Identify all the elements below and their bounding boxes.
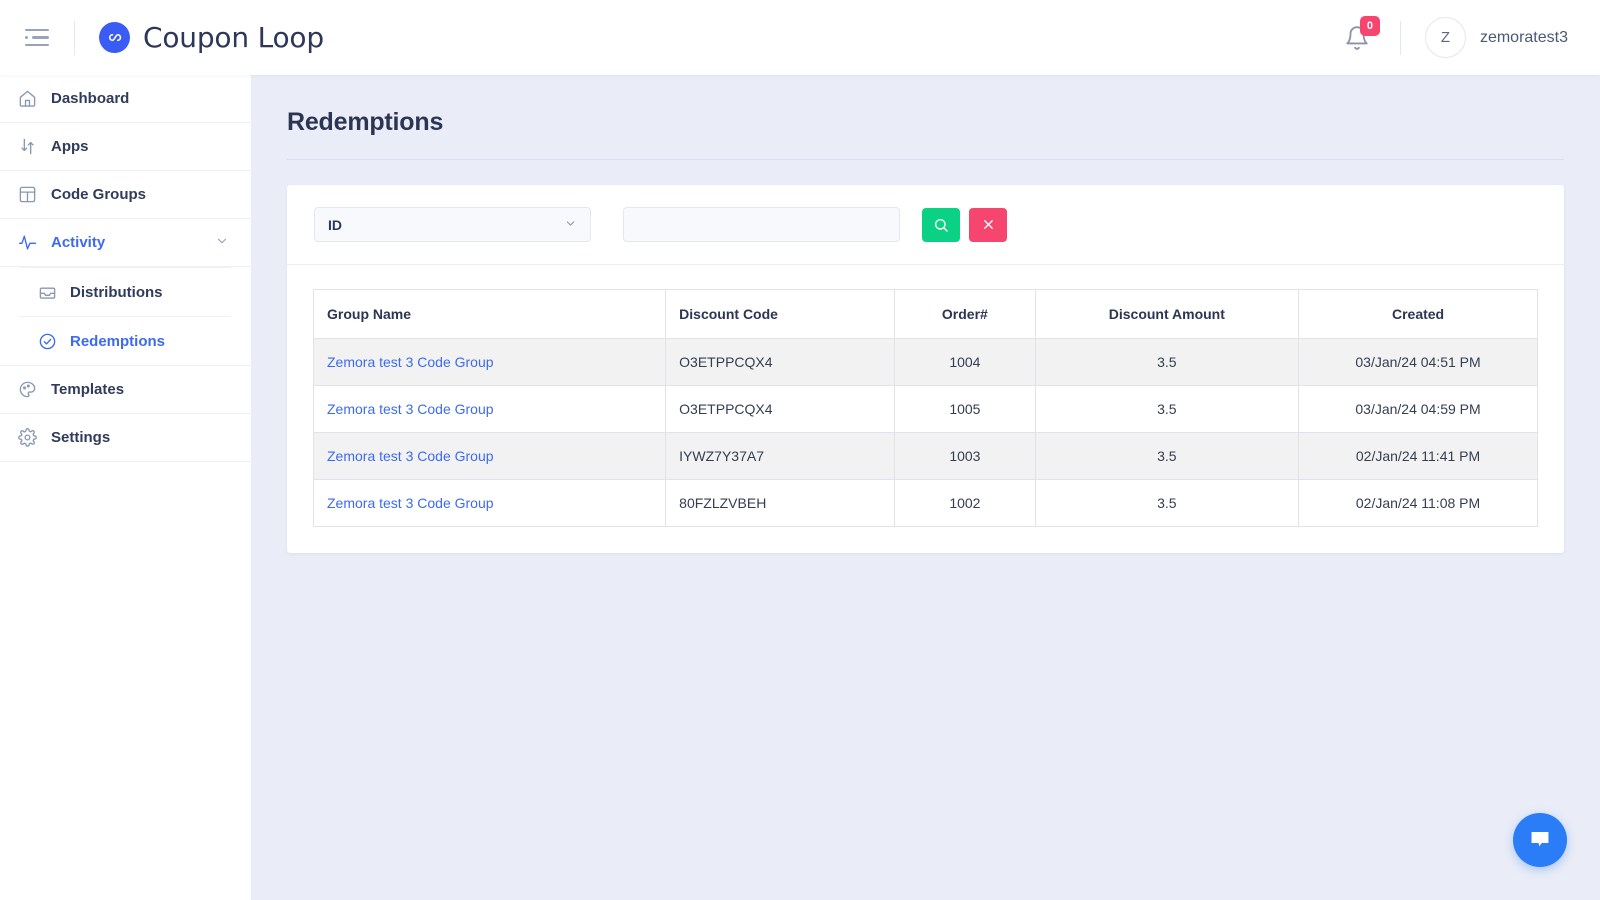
top-bar: Coupon Loop 0 Z zemoratest3 [0,0,1600,75]
sidebar-item-apps[interactable]: Apps [0,123,251,171]
sidebar-item-label: Dashboard [51,90,130,107]
group-name-link[interactable]: Zemora test 3 Code Group [327,448,494,464]
layout-grid-icon [17,185,37,205]
sidebar-subitem-label: Redemptions [70,332,166,350]
search-input[interactable] [623,207,900,242]
cell-order: 1002 [894,479,1036,527]
sidebar-subitem-label: Distributions [70,283,163,301]
brand-logo[interactable]: Coupon Loop [99,21,324,54]
sidebar-item-label: Settings [51,429,111,446]
header-actions: 0 Z zemoratest3 [1338,15,1600,58]
column-header-discount-code: Discount Code [665,289,896,339]
cell-order: 1004 [894,338,1036,386]
table-row: Zemora test 3 Code Group IYWZ7Y37A7 1003… [312,432,1538,480]
cell-created: 02/Jan/24 11:41 PM [1298,432,1538,480]
activity-pulse-icon [17,233,37,253]
palette-icon [17,380,37,400]
filter-field-select[interactable]: ID [314,207,591,242]
sidebar-item-templates[interactable]: Templates [0,366,251,414]
filter-bar: ID [287,185,1564,265]
hamburger-icon[interactable] [22,23,52,53]
redemptions-card: ID Group Name Discount Code Order# Disco… [287,185,1564,553]
group-name-link[interactable]: Zemora test 3 Code Group [327,401,494,417]
redemptions-table-wrap: Group Name Discount Code Order# Discount… [287,265,1564,527]
cell-group-name: Zemora test 3 Code Group [312,432,667,480]
sidebar-item-dashboard[interactable]: Dashboard [0,75,251,123]
cell-discount-code: IYWZ7Y37A7 [665,432,896,480]
cell-discount-amount: 3.5 [1034,432,1300,480]
sidebar-subnav-activity: Distributions Redemptions [0,267,251,366]
main-content: Redemptions ID Group Name Discount Code … [251,75,1600,900]
header-divider [74,20,75,55]
cell-created: 02/Jan/24 11:08 PM [1298,479,1538,527]
column-header-order: Order# [894,289,1036,339]
apps-transfer-icon [17,137,37,157]
clear-button[interactable] [969,207,1007,242]
filter-field-select-value: ID [328,216,342,233]
cell-order: 1005 [894,385,1036,433]
sidebar-item-label: Apps [51,138,89,155]
brand-name: Coupon Loop [143,21,324,54]
chevron-down-icon[interactable] [215,234,229,252]
cell-group-name: Zemora test 3 Code Group [312,479,667,527]
inbox-icon [37,282,57,302]
cell-created: 03/Jan/24 04:51 PM [1298,338,1538,386]
check-circle-icon [37,331,57,351]
gear-icon [17,428,37,448]
chat-bubble-icon [1531,831,1549,847]
chevron-down-icon [564,217,577,233]
table-row: Zemora test 3 Code Group O3ETPPCQX4 1004… [312,338,1538,386]
table-row: Zemora test 3 Code Group O3ETPPCQX4 1005… [312,385,1538,433]
table-header-row: Group Name Discount Code Order# Discount… [312,289,1538,339]
header-divider-2 [1399,20,1401,55]
sidebar-item-settings[interactable]: Settings [0,414,251,462]
cell-group-name: Zemora test 3 Code Group [312,385,667,433]
cell-discount-code: O3ETPPCQX4 [665,338,896,386]
cell-order: 1003 [894,432,1036,480]
chat-widget-button[interactable] [1513,813,1567,867]
cell-discount-amount: 3.5 [1034,338,1300,386]
sidebar-item-label: Activity [51,234,106,251]
notification-badge: 0 [1359,15,1380,36]
avatar: Z [1424,17,1466,58]
title-divider [287,159,1564,160]
group-name-link[interactable]: Zemora test 3 Code Group [327,495,494,511]
cell-group-name: Zemora test 3 Code Group [312,338,667,386]
column-header-discount-amount: Discount Amount [1034,289,1300,339]
cell-created: 03/Jan/24 04:59 PM [1298,385,1538,433]
redemptions-table: Group Name Discount Code Order# Discount… [312,289,1538,527]
column-header-group-name: Group Name [312,289,667,339]
search-button[interactable] [922,207,960,242]
bell-icon[interactable]: 0 [1338,15,1380,57]
group-name-link[interactable]: Zemora test 3 Code Group [327,354,494,370]
user-name: zemoratest3 [1479,28,1568,46]
sidebar-item-code-groups[interactable]: Code Groups [0,171,251,219]
cell-discount-code: O3ETPPCQX4 [665,385,896,433]
sidebar-item-label: Templates [51,381,125,398]
page-title: Redemptions [287,108,444,136]
sidebar-item-activity[interactable]: Activity [0,219,251,267]
sidebar-item-label: Code Groups [51,186,147,203]
infinity-loop-logo [99,22,130,53]
table-body: Zemora test 3 Code Group O3ETPPCQX4 1004… [312,338,1538,527]
column-header-created: Created [1298,289,1538,339]
user-menu[interactable]: Z zemoratest3 [1424,17,1568,58]
cell-discount-code: 80FZLZVBEH [665,479,896,527]
sidebar-item-distributions[interactable]: Distributions [0,268,251,316]
home-icon [17,89,37,109]
sidebar-item-redemptions[interactable]: Redemptions [0,317,251,365]
cell-discount-amount: 3.5 [1034,479,1300,527]
sidebar: Dashboard Apps Code Groups Activity Dist… [0,75,251,900]
cell-discount-amount: 3.5 [1034,385,1300,433]
table-head: Group Name Discount Code Order# Discount… [312,289,1538,339]
table-row: Zemora test 3 Code Group 80FZLZVBEH 1002… [312,479,1538,527]
